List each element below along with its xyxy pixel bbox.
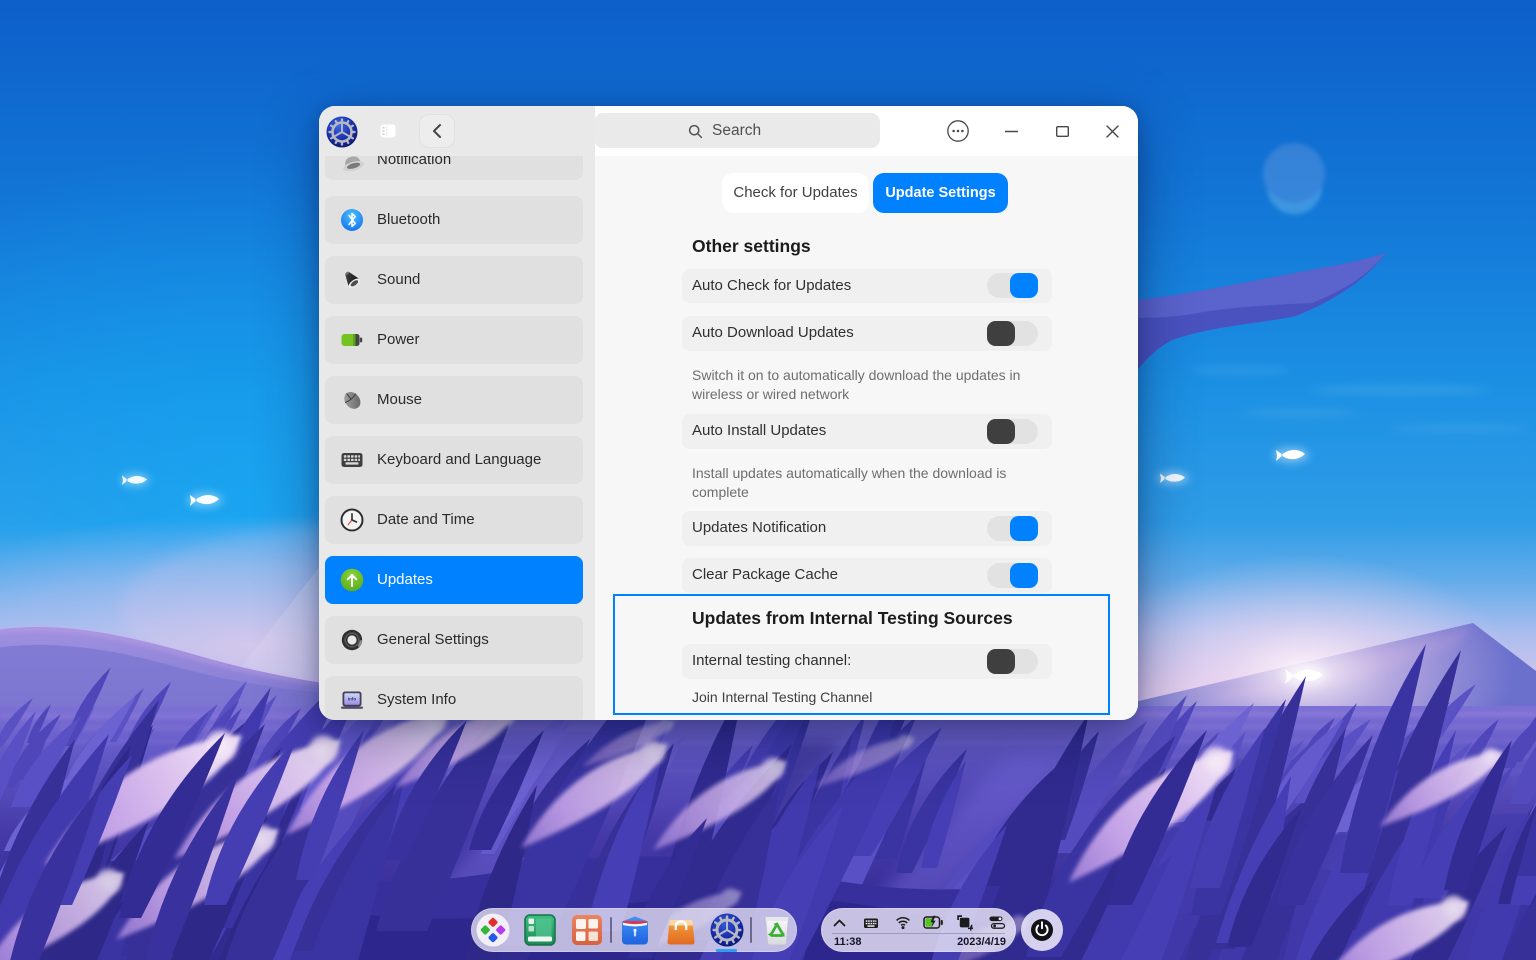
svg-text:info: info bbox=[348, 697, 357, 702]
